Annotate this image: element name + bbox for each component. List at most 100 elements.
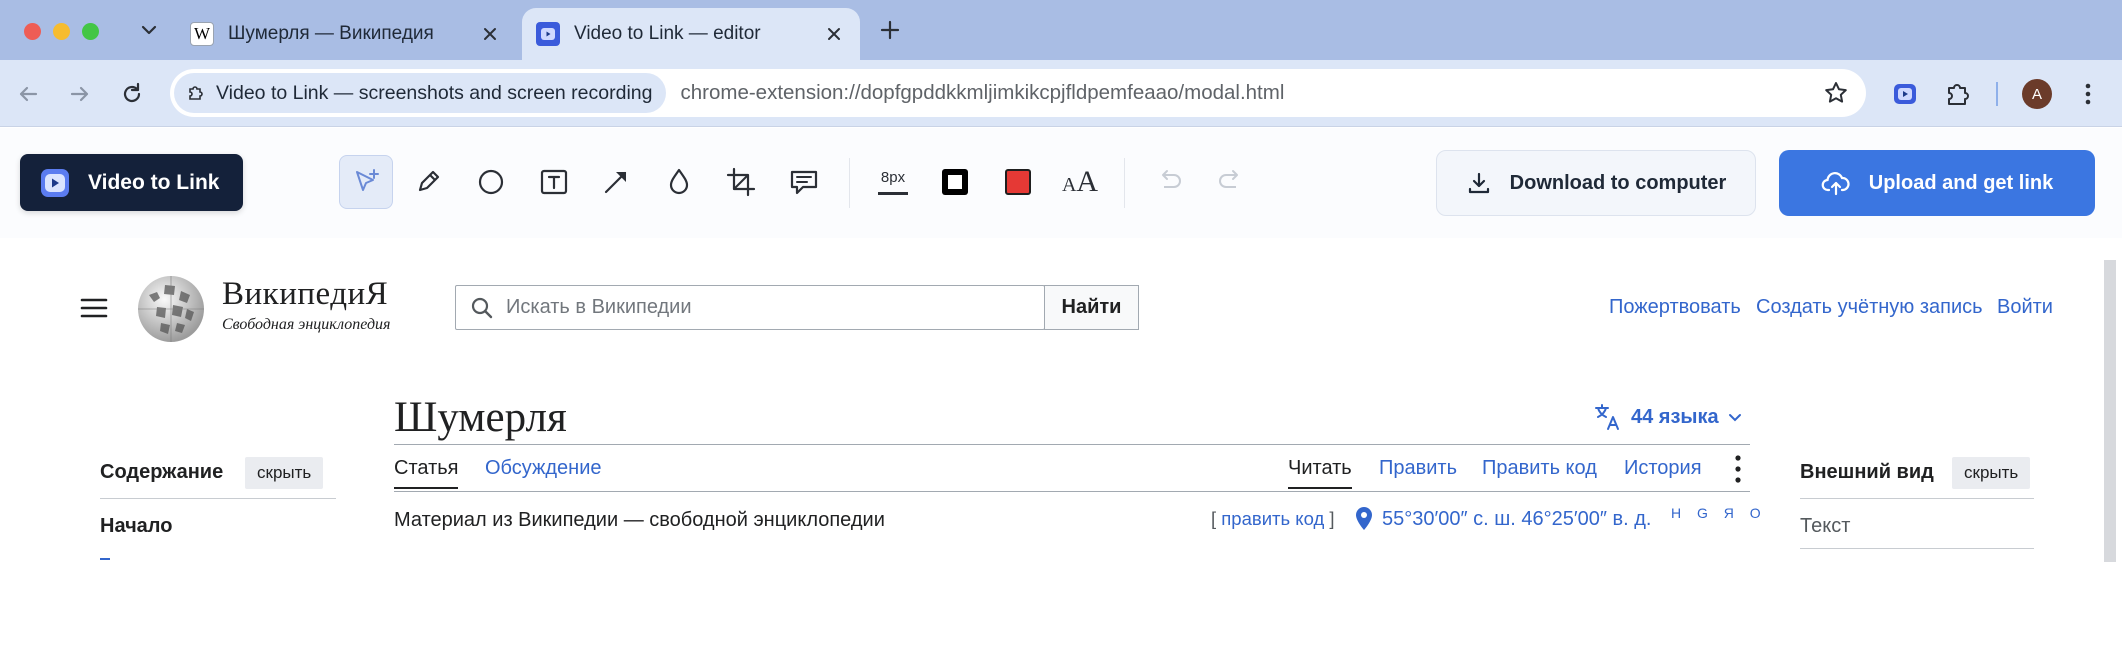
browser-toolbar: Video to Link — screenshots and screen r… xyxy=(0,60,2122,127)
profile-avatar[interactable]: A xyxy=(2022,79,2052,109)
appearance-text-label: Текст xyxy=(1800,515,1851,537)
wiki-search-input[interactable]: Искать в Википедии xyxy=(506,296,1006,319)
stroke-width-picker[interactable]: 8px xyxy=(866,155,920,209)
new-tab-plus-icon[interactable] xyxy=(876,16,904,44)
page-scrollbar[interactable] xyxy=(2104,260,2116,562)
fill-color-picker[interactable] xyxy=(991,155,1045,209)
pencil-icon xyxy=(418,170,440,192)
tab-wikipedia[interactable]: W Шумерля — Википедия xyxy=(176,8,516,60)
tab-read[interactable]: Читать xyxy=(1288,457,1352,489)
language-switcher[interactable]: 44 языка xyxy=(1593,402,1743,432)
brand-label: Video to Link xyxy=(88,170,220,194)
back-arrow-icon[interactable] xyxy=(14,80,42,108)
font-size-picker[interactable]: AA xyxy=(1053,155,1107,209)
toc-item-start[interactable]: Начало xyxy=(100,515,172,538)
create-account-link[interactable]: Создать учётную запись xyxy=(1756,296,1983,319)
undo-button[interactable] xyxy=(1143,155,1197,209)
edit-code-link[interactable]: [ править код ] xyxy=(1211,508,1335,530)
arrow-tool[interactable] xyxy=(589,155,643,209)
upload-label: Upload and get link xyxy=(1868,171,2054,194)
font-size-icon: AA xyxy=(1061,165,1099,198)
ellipse-tool[interactable] xyxy=(464,155,518,209)
more-actions-icon[interactable] xyxy=(1729,452,1747,486)
language-count: 44 языка xyxy=(1631,405,1719,428)
comment-tool[interactable] xyxy=(777,155,831,209)
search-icon xyxy=(471,297,493,318)
browser-menu-icon[interactable] xyxy=(2076,80,2100,108)
droplet-icon xyxy=(669,168,689,195)
map-service-links[interactable]: H G Я O xyxy=(1671,505,1767,521)
tab-talk[interactable]: Обсуждение xyxy=(485,457,602,480)
circle-icon xyxy=(478,169,504,195)
tab-history[interactable]: История xyxy=(1624,457,1702,480)
reload-icon[interactable] xyxy=(118,80,146,108)
donate-link[interactable]: Пожертвовать xyxy=(1609,296,1741,319)
tab-title: Video to Link — editor xyxy=(574,23,761,44)
wikipedia-tagline: Свободная энциклопедия xyxy=(222,316,391,333)
translate-icon xyxy=(1595,404,1619,430)
crop-icon xyxy=(726,167,756,197)
omnibox[interactable]: Video to Link — screenshots and screen r… xyxy=(170,69,1866,117)
blur-tool[interactable] xyxy=(652,155,706,209)
tab-video-to-link-editor[interactable]: Video to Link — editor xyxy=(522,8,860,60)
maximize-window-button[interactable] xyxy=(82,23,99,40)
main-menu-hamburger-icon[interactable] xyxy=(80,296,108,320)
video-to-link-extension-icon[interactable] xyxy=(1890,79,1920,109)
map-pin-icon xyxy=(1356,507,1372,530)
stroke-width-value: 8px xyxy=(880,169,906,186)
tab-edit-source[interactable]: Править код xyxy=(1482,457,1597,480)
login-link[interactable]: Войти xyxy=(1997,296,2053,319)
wikipedia-wordmark[interactable]: ВикипедиЯ xyxy=(222,276,388,313)
select-tool[interactable] xyxy=(339,155,393,209)
close-window-button[interactable] xyxy=(24,23,41,40)
video-to-link-logo-icon xyxy=(41,168,69,197)
appearance-heading: Внешний вид xyxy=(1800,461,1934,483)
minimize-window-button[interactable] xyxy=(53,23,70,40)
toolbar-separator xyxy=(1124,158,1125,208)
wiki-search-button[interactable]: Найти xyxy=(1044,285,1139,330)
crop-tool[interactable] xyxy=(714,155,768,209)
text-tool[interactable] xyxy=(527,155,581,209)
bookmark-star-icon[interactable] xyxy=(1822,79,1850,107)
toolbar-divider xyxy=(1996,82,1998,106)
url-text[interactable]: chrome-extension://dopfgpddkkmljimkikcpj… xyxy=(680,81,1284,105)
extension-site-chip[interactable]: Video to Link — screenshots and screen r… xyxy=(174,73,667,113)
select-cursor-icon xyxy=(356,169,379,191)
video-to-link-icon xyxy=(536,22,560,46)
stroke-color-picker[interactable] xyxy=(928,155,982,209)
coordinates[interactable]: 55°30′00″ с. ш. 46°25′00″ в. д. xyxy=(1354,506,1651,532)
undo-icon xyxy=(1162,170,1181,188)
redo-icon xyxy=(1219,170,1238,188)
download-button[interactable]: Download to computer xyxy=(1436,150,1756,216)
tab-edit[interactable]: Править xyxy=(1379,457,1457,480)
tab-strip: W Шумерля — Википедия Video to Link — ed… xyxy=(0,0,2122,60)
redo-button[interactable] xyxy=(1203,155,1257,209)
tab-search-chevron-icon[interactable] xyxy=(137,18,161,42)
page-title: Шумерля xyxy=(394,394,567,441)
appearance-divider xyxy=(1800,498,2034,499)
download-icon xyxy=(1468,172,1489,194)
brand-button[interactable]: Video to Link xyxy=(20,154,243,211)
tab-close-icon[interactable] xyxy=(820,20,848,48)
toc-next-item-cut xyxy=(100,555,114,561)
toc-heading: Содержание xyxy=(100,461,224,483)
extension-chip-label: Video to Link — screenshots and screen r… xyxy=(216,81,653,104)
appearance-divider xyxy=(1800,548,2034,549)
toc-divider xyxy=(100,498,336,499)
appearance-hide-button[interactable]: скрыть xyxy=(1952,457,2031,489)
tab-close-icon[interactable] xyxy=(476,20,504,48)
pen-tool[interactable] xyxy=(401,155,455,209)
site-subtitle: Материал из Википедии — свободной энцикл… xyxy=(394,509,885,531)
coordinates-text: 55°30′00″ с. ш. 46°25′00″ в. д. xyxy=(1382,507,1652,530)
wikipedia-globe-logo[interactable] xyxy=(135,273,207,345)
forward-arrow-icon[interactable] xyxy=(66,80,94,108)
tab-article[interactable]: Статья xyxy=(394,457,459,489)
extensions-puzzle-icon[interactable] xyxy=(1943,79,1973,109)
arrow-icon xyxy=(604,171,627,194)
toc-hide-button[interactable]: скрыть xyxy=(245,457,324,489)
wiki-search-box[interactable]: Искать в Википедии xyxy=(455,285,1045,330)
download-label: Download to computer xyxy=(1509,171,1727,194)
comment-icon xyxy=(790,170,818,195)
cloud-upload-icon xyxy=(1821,172,1850,196)
upload-button[interactable]: Upload and get link xyxy=(1779,150,2095,216)
